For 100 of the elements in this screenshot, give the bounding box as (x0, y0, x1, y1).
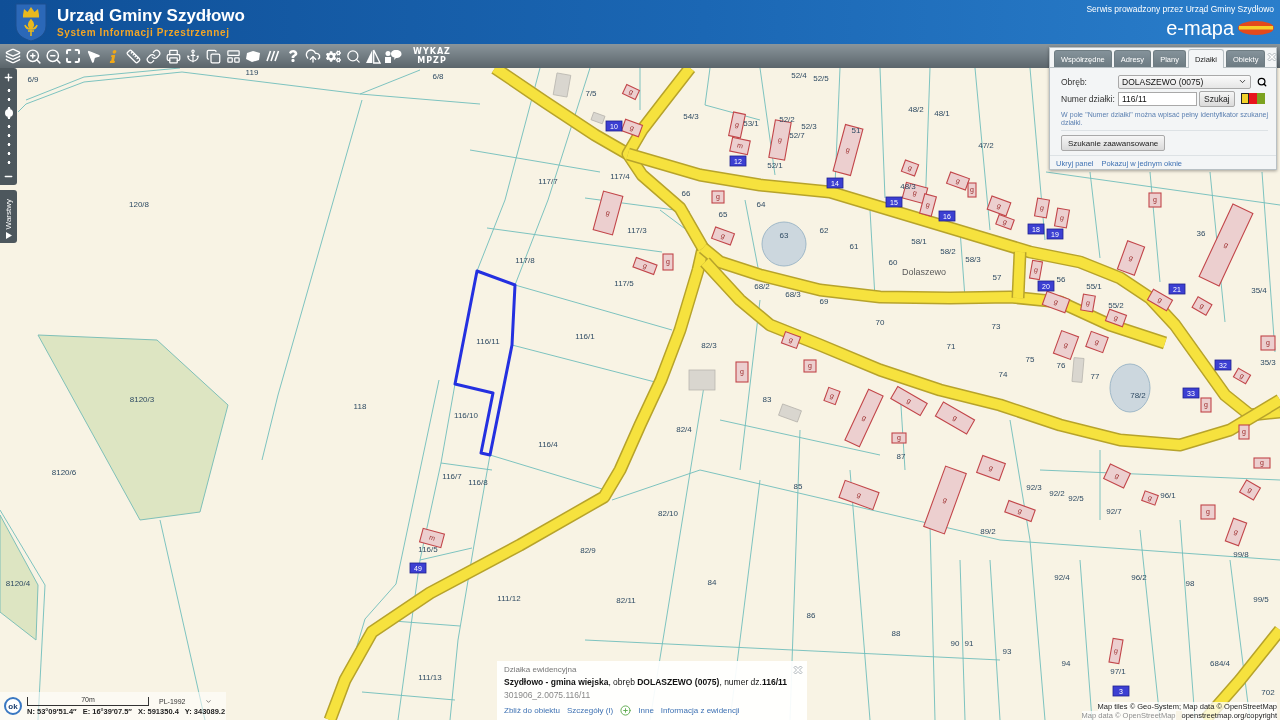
parcel-number: 56 (1056, 275, 1066, 284)
parcel-number: 60 (888, 258, 898, 267)
parcel-number: 684/4 (1210, 659, 1230, 668)
polygon-shape-icon (245, 49, 261, 63)
anchor-icon (186, 49, 200, 63)
parcel-number: 78/2 (1130, 391, 1146, 400)
parcel-number: 116/7 (442, 472, 462, 481)
popup-link[interactable]: Inne (638, 706, 654, 715)
close-icon[interactable] (1267, 52, 1278, 62)
parcel-number: 64 (756, 200, 766, 209)
parcel-number: 48/1 (934, 109, 950, 118)
parcel-number: 70 (875, 318, 885, 327)
shapes-bubble-icon (384, 48, 402, 64)
parcel-number: 58/1 (911, 237, 927, 246)
parcel-number: 82/4 (676, 425, 692, 434)
parcel-number: 92/3 (1026, 483, 1042, 492)
parcel-number: 98 (1185, 579, 1195, 588)
settings-icon (325, 48, 341, 64)
parcel-number: 6/9 (27, 75, 39, 84)
parcel-number: 94 (1061, 659, 1071, 668)
parcel-number: 58/3 (965, 255, 981, 264)
parcel-number: 116/4 (538, 440, 558, 449)
parcel-number: 62 (819, 226, 829, 235)
zoom-in-icon (24, 47, 42, 65)
parcel-number: 82/3 (701, 341, 717, 350)
parcel-number: 71 (946, 342, 956, 351)
parcel-number: 76 (1056, 361, 1066, 370)
parcel-number: 118 (353, 402, 367, 411)
parcel-number: 92/5 (1068, 494, 1084, 503)
layers-icon (5, 48, 21, 64)
parcel-number: 65 (718, 210, 728, 219)
chevron-down-icon (205, 697, 213, 705)
parcel-number: 99/5 (1253, 595, 1269, 604)
pointer-icon (85, 48, 101, 64)
search-icon (345, 48, 361, 64)
printer-icon (165, 48, 181, 64)
field-label: Obręb: (1061, 76, 1088, 87)
parcel-number: 53/1 (743, 119, 759, 128)
parcel-number: 52/4 (791, 71, 807, 80)
parcel-number: 120/8 (129, 200, 149, 209)
parcel-number: 85 (793, 482, 803, 491)
app-title: Urząd Gminy Szydłowo (57, 5, 245, 25)
chevron-down-icon (1238, 77, 1247, 86)
zoom-out-icon (44, 47, 62, 65)
parcel-number: 116/8 (468, 478, 488, 487)
parcel-number: 83 (762, 395, 772, 404)
plus-circle-icon[interactable] (620, 705, 632, 716)
popup-link[interactable]: Informacja z ewidencji (660, 706, 740, 715)
cloud-upload-icon (305, 48, 321, 64)
color-swatch[interactable] (1256, 93, 1265, 104)
district-select[interactable]: DOLASZEWO (0075) (1118, 74, 1251, 89)
parcel-number: 35/4 (1251, 286, 1267, 295)
building-footprint (1071, 357, 1085, 383)
parcel-number: 88 (891, 629, 901, 638)
parcel-number: 51 (851, 126, 861, 135)
parcel-number: 52/5 (813, 74, 829, 83)
field-label: Numer działki: (1061, 93, 1116, 104)
parcel-number: 91 (964, 639, 974, 648)
pond (761, 221, 807, 267)
parcel-number: 117/4 (610, 172, 630, 181)
parcel-number: 111/12 (497, 594, 521, 603)
plan-list-button[interactable]: WYKAZ MPZP (409, 47, 455, 65)
building-footprint (552, 72, 572, 98)
parcel-number: 97/1 (1110, 667, 1126, 676)
parcel-number: 75 (1025, 355, 1035, 364)
zoom-slider-thumb[interactable] (4, 108, 13, 117)
parcel-number: 119 (245, 68, 259, 77)
parcel-number: 61 (849, 242, 859, 251)
parcel-number: 6/8 (432, 72, 444, 81)
parcel-number: 116/11 (476, 337, 500, 346)
parcel-number: 117/5 (614, 279, 634, 288)
parcel-number: 54/3 (683, 112, 699, 121)
pond (1109, 363, 1151, 413)
search-button[interactable]: Szukaj (1199, 90, 1235, 107)
parcel-number: 7/5 (585, 89, 597, 98)
parcel-number: 84 (707, 578, 717, 587)
building-footprint (688, 369, 716, 391)
parcel-number: 63 (779, 231, 789, 240)
parcel-number-field[interactable]: 116/11 (1118, 91, 1197, 106)
building-footprint (590, 111, 606, 125)
popup-link[interactable]: Zbliż do obiektu (504, 706, 561, 715)
color-swatch[interactable] (1248, 93, 1257, 104)
parcel-number: 57 (992, 273, 1002, 282)
parcel-number: 52/7 (789, 131, 805, 140)
parcel-number: 82/11 (616, 596, 636, 605)
parcel-number: 47/2 (978, 141, 994, 150)
parcel-number: 52/1 (767, 161, 783, 170)
parcel-number: 82/10 (658, 509, 678, 518)
plus-icon (3, 71, 14, 83)
search-icon[interactable] (1257, 76, 1267, 87)
parcel-description: Szydłowo - gmina wiejska, obręb DOLASZEWO (0075), numer dz.116/11 (504, 677, 787, 688)
advanced-search-button[interactable]: Szukanie zaawansowane (1061, 135, 1166, 151)
layers-tab[interactable]: Warstwy (0, 190, 17, 243)
parcel-number: 73 (991, 322, 1001, 331)
popup-link[interactable]: Szczegóły (I) (567, 706, 614, 715)
parcel-number: 52/3 (801, 122, 817, 131)
color-swatch[interactable] (1240, 93, 1249, 104)
full-extent-icon (65, 48, 81, 64)
parcel-number: 68/2 (754, 282, 770, 291)
brand-name: e-mapa (1166, 17, 1234, 39)
